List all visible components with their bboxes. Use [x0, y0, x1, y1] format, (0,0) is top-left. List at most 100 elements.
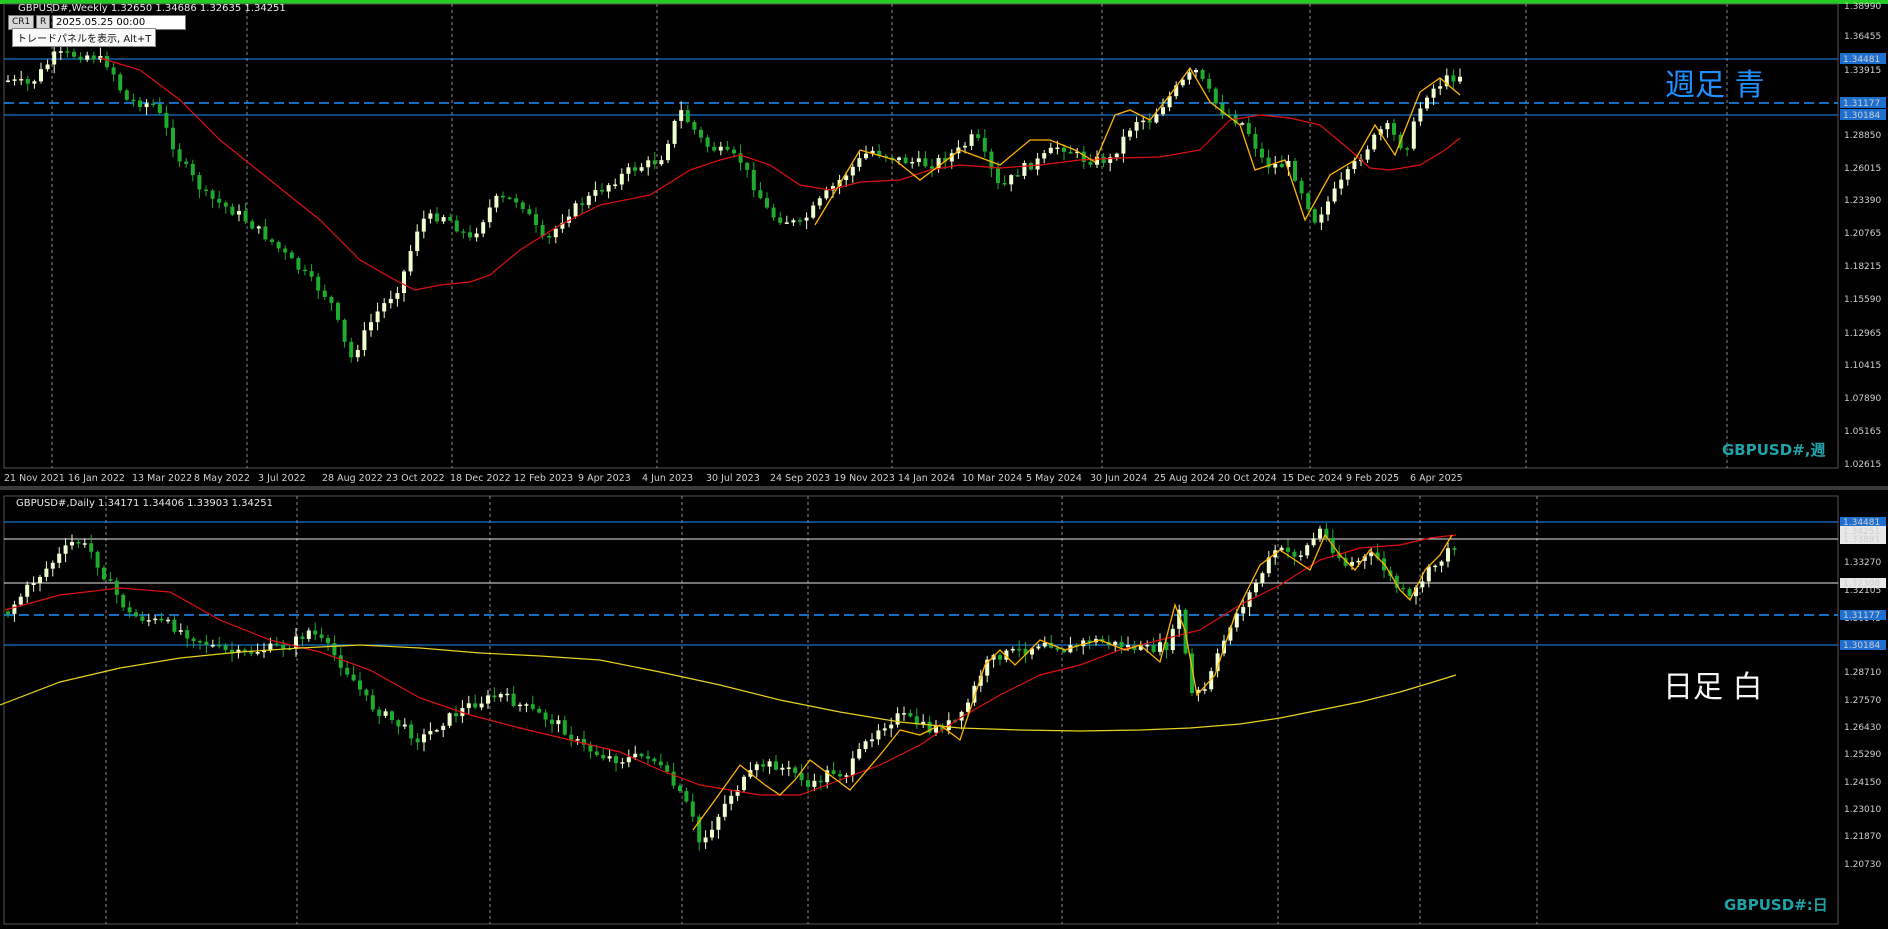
daily-candle-body	[38, 576, 42, 584]
daily-candle-body	[6, 611, 10, 614]
daily-candle-body	[678, 785, 682, 792]
daily-candle-body	[1158, 642, 1162, 652]
weekly-candle-body	[1134, 122, 1139, 131]
weekly-candle-body	[408, 251, 413, 272]
weekly-candle-body	[230, 206, 235, 215]
daily-watermark: GBPUSD#:日	[1724, 896, 1828, 914]
daily-candle-body	[639, 753, 644, 757]
weekly-chart-pane[interactable]: 1.389901.364551.339151.313851.288501.260…	[0, 0, 1888, 486]
weekly-candle-body	[210, 190, 215, 199]
weekly-date-label: 25 Aug 2024	[1154, 473, 1215, 484]
weekly-candle-body	[501, 195, 505, 198]
weekly-candle-body	[65, 51, 70, 53]
weekly-candle-body	[184, 161, 189, 164]
daily-candle-body	[402, 724, 407, 727]
weekly-candle-body	[474, 233, 479, 238]
weekly-candle-body	[151, 103, 156, 106]
weekly-candle-body	[138, 100, 142, 108]
daily-candle-body	[569, 734, 574, 740]
daily-candle-body	[1305, 545, 1310, 556]
daily-candle-body	[332, 643, 337, 656]
daily-candle-body	[857, 749, 862, 759]
weekly-date-label: 20 Oct 2024	[1218, 473, 1277, 484]
weekly-candle-body	[923, 158, 928, 167]
weekly-date-label: 16 Jan 2022	[68, 473, 125, 484]
daily-price-label: 1.28710	[1844, 668, 1881, 678]
weekly-candle-body	[1392, 123, 1396, 135]
weekly-candle-body	[573, 203, 578, 217]
weekly-candle-body	[699, 129, 703, 138]
daily-candle-body	[326, 637, 330, 644]
daily-candle-body	[210, 644, 215, 647]
daily-candle-body	[658, 761, 663, 766]
daily-candle-body	[543, 712, 548, 720]
weekly-candle-body	[712, 146, 717, 151]
weekly-chart[interactable]: 1.389901.364551.339151.313851.288501.260…	[0, 0, 1888, 486]
weekly-date-label: 14 Jan 2024	[898, 473, 955, 484]
weekly-candle-body	[309, 271, 314, 277]
weekly-candle-body	[415, 231, 420, 252]
daily-candle-body	[300, 636, 305, 639]
weekly-candle-body	[679, 110, 684, 121]
weekly-price-label: 1.36455	[1844, 32, 1881, 42]
weekly-candle-body	[6, 80, 10, 83]
weekly-candle-body	[705, 137, 710, 147]
daily-candle-body	[1254, 583, 1258, 593]
daily-candle-body	[556, 720, 561, 725]
daily-candle-body	[255, 652, 260, 654]
daily-candle-body	[684, 791, 689, 802]
daily-candle-body	[486, 695, 490, 704]
weekly-candle-body	[659, 160, 664, 165]
daily-chart[interactable]: 1.332701.321051.309451.298501.287101.275…	[0, 490, 1888, 929]
daily-candle-body	[146, 620, 151, 622]
daily-candle-body	[505, 693, 510, 696]
daily-moving-average-red	[4, 534, 1457, 796]
daily-candle-body	[172, 619, 177, 632]
weekly-candle-body	[52, 51, 57, 65]
daily-candle-body	[646, 756, 650, 759]
daily-candle-body	[1407, 589, 1412, 597]
weekly-price-label: 1.15590	[1844, 295, 1881, 305]
weekly-candle-body	[1035, 158, 1040, 170]
weekly-candle-body	[382, 303, 387, 312]
daily-candle-body	[274, 643, 279, 646]
daily-candle-body	[831, 770, 836, 774]
weekly-chart-title: GBPUSD#,Weekly 1.32650 1.34686 1.32635 1…	[18, 3, 286, 14]
weekly-candle-body	[362, 330, 367, 351]
weekly-hline-tag-text: 1.34481	[1843, 55, 1880, 65]
weekly-candle-body	[804, 217, 809, 221]
daily-candle-body	[466, 703, 471, 709]
weekly-candle-body	[1273, 163, 1278, 168]
weekly-candle-body	[633, 167, 637, 171]
daily-candle-body	[1311, 538, 1316, 546]
daily-candle-body	[1036, 646, 1041, 649]
weekly-candle-body	[1458, 76, 1462, 82]
weekly-candle-body	[593, 189, 598, 196]
daily-candle-body	[511, 693, 516, 706]
weekly-candle-body	[369, 322, 373, 331]
weekly-candle-body	[435, 213, 439, 222]
daily-candle-body	[870, 739, 874, 742]
weekly-candle-body	[1062, 147, 1066, 152]
weekly-candle-body	[204, 189, 208, 192]
weekly-candle-body	[85, 55, 90, 60]
weekly-candle-body	[1431, 88, 1436, 98]
daily-chart-pane[interactable]: 1.332701.321051.309451.298501.287101.275…	[0, 490, 1888, 929]
weekly-date-label: 5 May 2024	[1026, 473, 1082, 484]
daily-price-label: 1.27570	[1844, 696, 1881, 706]
weekly-candle-body	[217, 198, 222, 203]
daily-price-label: 1.20730	[1844, 860, 1881, 870]
daily-candle-body	[895, 713, 900, 725]
daily-candle-body	[652, 758, 657, 762]
weekly-candle-body	[817, 198, 822, 206]
weekly-price-label: 1.05165	[1844, 427, 1881, 437]
weekly-candle-body	[916, 158, 921, 163]
daily-candle-body	[370, 695, 375, 710]
daily-candle-body	[108, 579, 113, 581]
weekly-candle-body	[428, 213, 433, 219]
weekly-candle-body	[507, 197, 512, 200]
weekly-candle-body	[758, 190, 763, 199]
daily-candle-body	[415, 738, 420, 743]
weekly-candle-body	[791, 220, 796, 223]
weekly-price-label: 1.07890	[1844, 394, 1881, 404]
